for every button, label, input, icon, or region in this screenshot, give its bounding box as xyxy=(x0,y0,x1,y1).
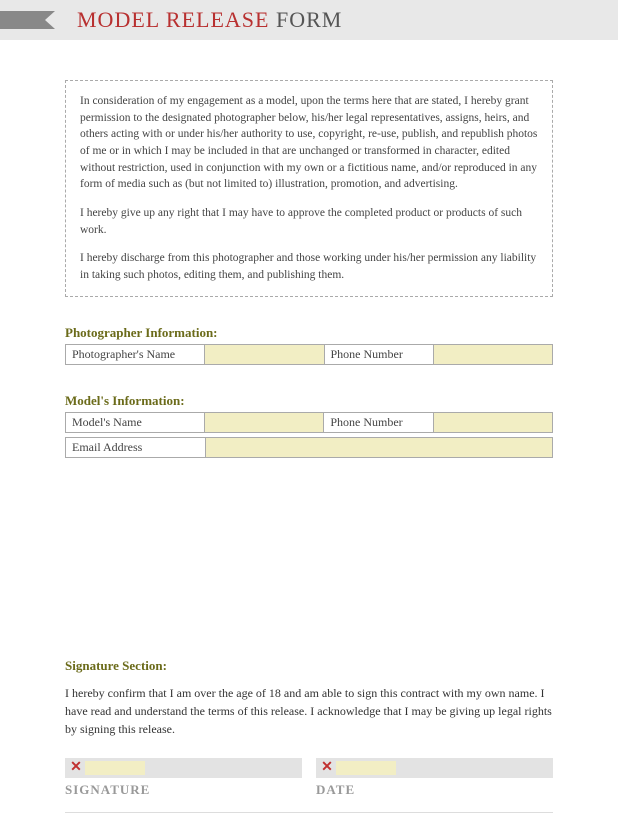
signature-confirmation-text: I hereby confirm that I am over the age … xyxy=(65,684,553,738)
page-title: MODEL RELEASE FORM xyxy=(77,7,342,33)
date-highlight xyxy=(336,761,396,775)
model-email-label: Email Address xyxy=(66,437,206,457)
model-phone-field[interactable] xyxy=(433,412,552,432)
photographer-heading: Photographer Information: xyxy=(65,325,553,341)
signature-heading: Signature Section: xyxy=(65,658,553,674)
date-label: DATE xyxy=(316,782,553,798)
model-email-field[interactable] xyxy=(206,437,553,457)
model-email-table: Email Address xyxy=(65,437,553,458)
photographer-phone-label: Phone Number xyxy=(324,344,433,364)
title-part-red: MODEL RELEASE xyxy=(77,7,269,32)
model-phone-label: Phone Number xyxy=(324,412,434,432)
legal-paragraph-3: I hereby discharge from this photographe… xyxy=(80,250,538,283)
bottom-rule xyxy=(65,812,553,813)
table-row: Email Address xyxy=(66,437,553,457)
signature-label: SIGNATURE xyxy=(65,782,302,798)
signature-bar[interactable]: ✕ xyxy=(65,758,302,778)
legal-text-box: In consideration of my engagement as a m… xyxy=(65,80,553,297)
signature-highlight xyxy=(85,761,145,775)
x-mark-icon: ✕ xyxy=(65,758,87,778)
photographer-table: Photographer's Name Phone Number xyxy=(65,344,553,365)
date-bar[interactable]: ✕ xyxy=(316,758,553,778)
legal-paragraph-1: In consideration of my engagement as a m… xyxy=(80,93,538,193)
model-name-label: Model's Name xyxy=(66,412,205,432)
signature-field-block: ✕ SIGNATURE xyxy=(65,758,302,798)
x-mark-icon: ✕ xyxy=(316,758,338,778)
ribbon-decoration xyxy=(0,11,55,29)
model-table: Model's Name Phone Number xyxy=(65,412,553,433)
photographer-phone-field[interactable] xyxy=(433,344,552,364)
model-name-field[interactable] xyxy=(205,412,324,432)
photographer-name-label: Photographer's Name xyxy=(66,344,205,364)
title-part-rest: FORM xyxy=(269,7,342,32)
date-field-block: ✕ DATE xyxy=(316,758,553,798)
header-bar: MODEL RELEASE FORM xyxy=(0,0,618,40)
spacer xyxy=(65,458,553,658)
table-row: Model's Name Phone Number xyxy=(66,412,553,432)
photographer-name-field[interactable] xyxy=(205,344,324,364)
legal-paragraph-2: I hereby give up any right that I may ha… xyxy=(80,205,538,238)
signature-row: ✕ SIGNATURE ✕ DATE xyxy=(65,758,553,798)
model-heading: Model's Information: xyxy=(65,393,553,409)
content-area: In consideration of my engagement as a m… xyxy=(0,40,618,833)
table-row: Photographer's Name Phone Number xyxy=(66,344,553,364)
